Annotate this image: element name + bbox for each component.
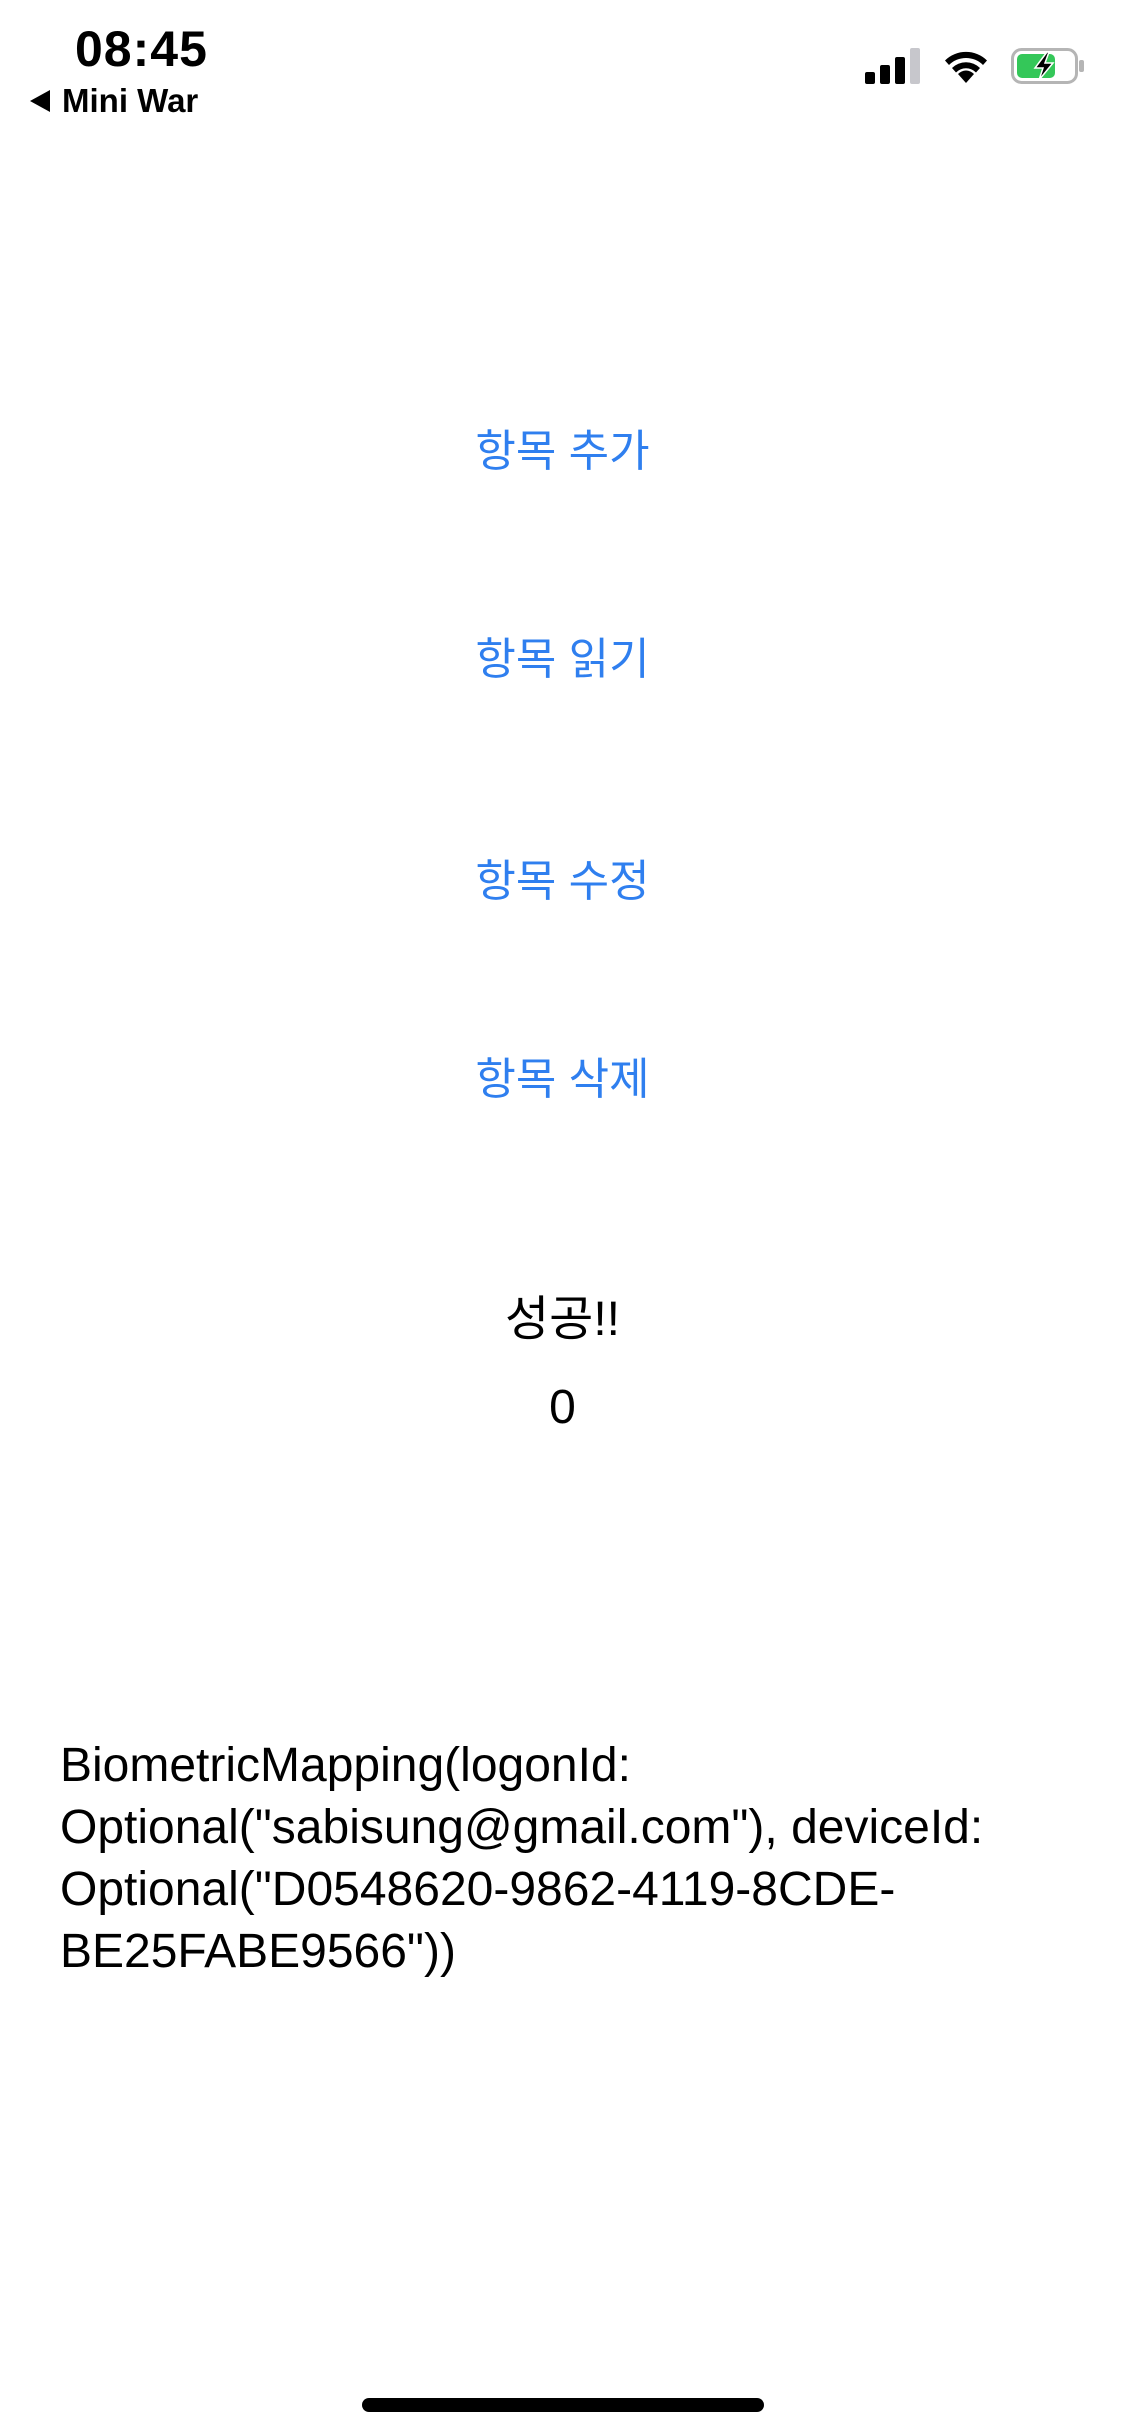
result-count-label: 0 [549, 1381, 576, 1434]
cellular-signal-icon [865, 48, 920, 84]
read-item-button[interactable]: 항목 읽기 [0, 630, 1125, 690]
home-indicator[interactable] [362, 2398, 764, 2412]
status-time: 08:45 [75, 21, 208, 77]
status-icons [865, 48, 1085, 84]
delete-item-button[interactable]: 항목 삭제 [0, 1050, 1125, 1110]
biometric-mapping-text: BiometricMapping(logonId: Optional("sabi… [60, 1739, 984, 1978]
back-to-app-button[interactable]: Mini War [30, 82, 198, 120]
back-app-label: Mini War [62, 82, 199, 119]
status-bar: 08:45 Mini War [0, 0, 1125, 140]
back-arrow-icon [30, 90, 50, 112]
result-status-label: 성공!! [505, 1293, 620, 1346]
battery-charging-icon [1011, 48, 1084, 84]
add-item-button[interactable]: 항목 추가 [0, 422, 1125, 482]
wifi-icon [945, 51, 987, 83]
edit-item-button[interactable]: 항목 수정 [0, 852, 1125, 912]
